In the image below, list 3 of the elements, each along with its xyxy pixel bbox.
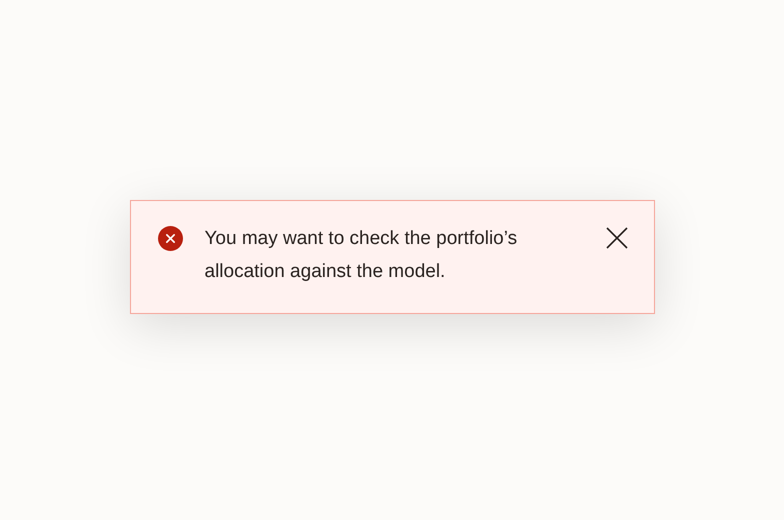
error-icon xyxy=(158,226,182,251)
close-button[interactable] xyxy=(604,226,628,250)
alert-message: You may want to check the portfolio’s allocation against the model. xyxy=(204,227,518,284)
